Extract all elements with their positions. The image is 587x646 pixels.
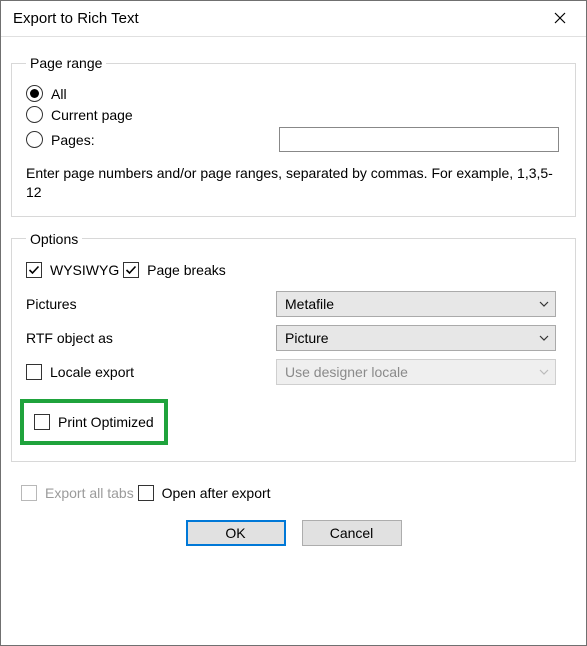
radio-all[interactable]: All [26, 85, 561, 102]
radio-all-label: All [51, 86, 67, 102]
dialog-buttons: OK Cancel [11, 506, 576, 562]
locale-combo-value: Use designer locale [285, 364, 408, 380]
locale-combo: Use designer locale [276, 359, 556, 385]
checkbox-wysiwyg[interactable]: WYSIWYG [26, 262, 119, 278]
radio-icon [26, 106, 43, 123]
checkbox-export-all-tabs: Export all tabs [21, 485, 134, 501]
pictures-combo[interactable]: Metafile [276, 291, 556, 317]
checkbox-icon [123, 262, 139, 278]
checkbox-open-after-export-label: Open after export [162, 485, 271, 501]
pictures-label: Pictures [26, 296, 276, 312]
rtf-label: RTF object as [26, 330, 276, 346]
checkbox-icon [21, 485, 37, 501]
checkbox-page-breaks-label: Page breaks [147, 262, 226, 278]
page-range-legend: Page range [26, 55, 106, 71]
print-optimized-highlight: Print Optimized [20, 399, 168, 445]
radio-icon [26, 85, 43, 102]
checkbox-icon [26, 364, 42, 380]
checkbox-print-optimized-label: Print Optimized [58, 414, 154, 430]
options-group: Options WYSIWYG Page breaks Pictures Met… [11, 231, 576, 462]
checkbox-wysiwyg-label: WYSIWYG [50, 262, 119, 278]
close-button[interactable] [540, 3, 580, 35]
checkbox-locale-label: Locale export [50, 364, 134, 380]
rtf-combo-value: Picture [285, 330, 329, 346]
pictures-combo-value: Metafile [285, 296, 334, 312]
dialog-window: Export to Rich Text Page range All Curre… [0, 0, 587, 646]
checkbox-icon [34, 414, 50, 430]
locale-row: Locale export Use designer locale [26, 359, 561, 385]
radio-pages[interactable]: Pages: [26, 127, 561, 152]
checkbox-icon [26, 262, 42, 278]
chevron-down-icon [539, 296, 549, 312]
cancel-button[interactable]: Cancel [302, 520, 402, 546]
checkbox-page-breaks[interactable]: Page breaks [123, 262, 226, 278]
window-title: Export to Rich Text [13, 10, 139, 27]
ok-button[interactable]: OK [186, 520, 286, 546]
titlebar: Export to Rich Text [1, 1, 586, 37]
radio-current-page[interactable]: Current page [26, 106, 561, 123]
checkbox-locale-export[interactable]: Locale export [26, 364, 134, 380]
rtf-combo[interactable]: Picture [276, 325, 556, 351]
pictures-row: Pictures Metafile [26, 291, 561, 317]
options-legend: Options [26, 231, 82, 247]
checkbox-export-all-tabs-label: Export all tabs [45, 485, 134, 501]
radio-current-label: Current page [51, 107, 133, 123]
checkbox-icon [138, 485, 154, 501]
chevron-down-icon [539, 364, 549, 380]
radio-icon [26, 131, 43, 148]
bottom-checks: Export all tabs Open after export [11, 476, 576, 506]
checkbox-print-optimized[interactable]: Print Optimized [34, 414, 154, 430]
radio-pages-label: Pages: [51, 132, 95, 148]
page-range-group: Page range All Current page Pages: Enter… [11, 55, 576, 217]
checkbox-open-after-export[interactable]: Open after export [138, 485, 271, 501]
chevron-down-icon [539, 330, 549, 346]
rtf-row: RTF object as Picture [26, 325, 561, 351]
close-icon [554, 11, 566, 27]
page-range-hint: Enter page numbers and/or page ranges, s… [26, 164, 561, 202]
dialog-content: Page range All Current page Pages: Enter… [1, 37, 586, 645]
pages-input[interactable] [279, 127, 559, 152]
